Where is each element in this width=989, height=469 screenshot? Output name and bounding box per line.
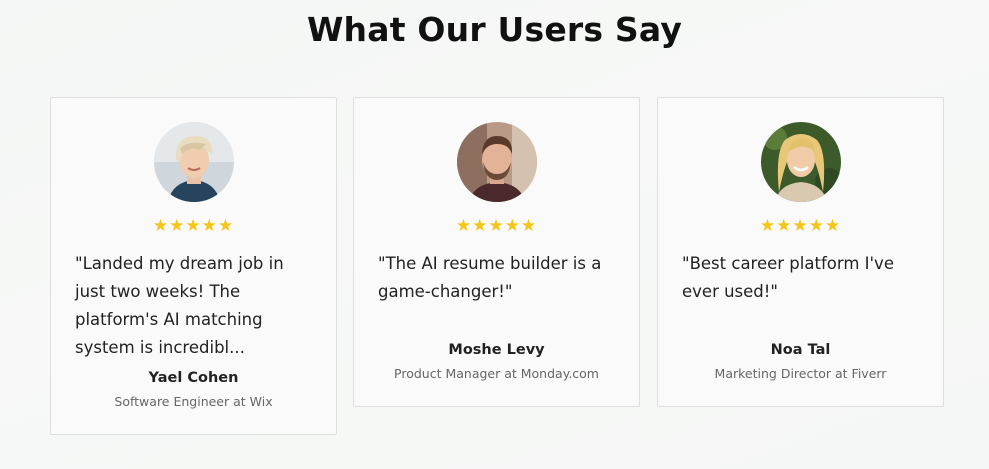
star-rating: ★★★★★ xyxy=(354,216,639,236)
star-icon: ★ xyxy=(792,216,809,236)
avatar xyxy=(456,122,537,202)
star-icon: ★ xyxy=(455,216,473,236)
testimonial-quote: "Landed my dream job in just two weeks! … xyxy=(75,254,284,357)
testimonial-name: Yael Cohen xyxy=(148,370,239,386)
star-icon: ★ xyxy=(776,216,793,236)
testimonial-name: Moshe Levy xyxy=(448,342,545,358)
star-icon: ★ xyxy=(520,216,538,236)
star-icon: ★ xyxy=(504,216,521,236)
star-icon: ★ xyxy=(169,216,186,236)
star-icon: ★ xyxy=(808,216,825,236)
testimonial-card: ★★★★★ "The AI resume builder is a game-c… xyxy=(353,97,640,407)
avatar xyxy=(760,122,841,202)
testimonial-quote: "Best career platform I've ever used!" xyxy=(682,254,894,301)
star-icon: ★ xyxy=(201,216,218,236)
testimonial-role: Product Manager at Monday.com xyxy=(394,366,599,381)
testimonial-role: Marketing Director at Fiverr xyxy=(714,366,887,381)
star-icon: ★ xyxy=(152,216,170,236)
avatar xyxy=(153,122,234,202)
testimonial-card: ★★★★★ "Landed my dream job in just two w… xyxy=(50,97,337,435)
testimonial-name: Noa Tal xyxy=(770,342,831,358)
testimonial-quote: "The AI resume builder is a game-changer… xyxy=(378,254,602,301)
testimonial-card: ★★★★★ "Best career platform I've ever us… xyxy=(657,97,944,407)
star-rating: ★★★★★ xyxy=(51,216,336,236)
testimonial-role: Software Engineer at Wix xyxy=(114,394,273,409)
star-rating: ★★★★★ xyxy=(658,216,943,236)
star-icon: ★ xyxy=(185,216,202,236)
star-icon: ★ xyxy=(759,216,777,236)
section-title: What Our Users Say xyxy=(306,10,683,49)
star-icon: ★ xyxy=(472,216,489,236)
star-icon: ★ xyxy=(217,216,235,236)
star-icon: ★ xyxy=(824,216,842,236)
star-icon: ★ xyxy=(488,216,505,236)
